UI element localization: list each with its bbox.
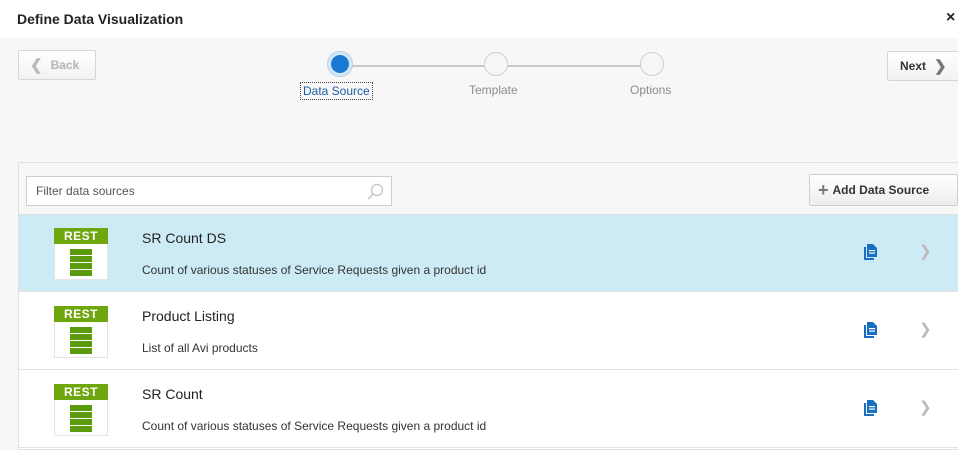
data-source-description: List of all Avi products (142, 341, 258, 355)
next-button[interactable]: Next ❯ (887, 51, 958, 81)
chevron-right-icon[interactable]: ❯ (919, 398, 932, 416)
chevron-right-icon: ❯ (934, 58, 947, 75)
stack-icon (70, 327, 92, 354)
data-source-toolbar: + Add Data Source (19, 163, 958, 215)
close-icon[interactable]: × (946, 10, 955, 26)
train-connector (352, 65, 492, 67)
data-source-panel: + Add Data Source REST SR Count DS Count… (18, 162, 958, 450)
train-stop-template[interactable] (484, 52, 508, 76)
filter-field (26, 176, 392, 206)
back-button[interactable]: ❮ Back (18, 50, 96, 80)
data-source-row[interactable]: REST SR Count Count of various statuses … (19, 371, 958, 448)
data-source-name: SR Count DS (142, 230, 227, 246)
next-button-label: Next (900, 59, 927, 73)
train-connector (506, 65, 646, 67)
stack-icon (70, 249, 92, 276)
train-stop-options[interactable] (640, 52, 664, 76)
chevron-right-icon[interactable]: ❯ (919, 320, 932, 338)
train-stop-label[interactable]: Template (469, 83, 518, 97)
document-icon[interactable] (864, 322, 877, 338)
add-data-source-label: Add Data Source (832, 183, 930, 197)
document-icon[interactable] (864, 244, 877, 260)
rest-datasource-icon: REST (54, 228, 108, 280)
rest-tag: REST (54, 228, 108, 244)
document-icon[interactable] (864, 400, 877, 416)
rest-tag: REST (54, 384, 108, 400)
rest-datasource-icon: REST (54, 384, 108, 436)
data-source-row[interactable]: REST SR Count DS Count of various status… (19, 215, 958, 292)
train-stop-data-source[interactable] (328, 52, 352, 76)
train-stop-label[interactable]: Data Source (300, 82, 373, 100)
chevron-right-icon[interactable]: ❯ (919, 242, 932, 260)
stack-icon (70, 405, 92, 432)
data-source-name: Product Listing (142, 308, 235, 324)
plus-icon: + (818, 180, 829, 200)
back-button-label: Back (50, 58, 80, 72)
data-source-description: Count of various statuses of Service Req… (142, 263, 487, 277)
search-icon[interactable] (365, 182, 385, 202)
chevron-left-icon: ❮ (30, 57, 43, 74)
dialog-title: Define Data Visualization (17, 11, 184, 27)
rest-tag: REST (54, 306, 108, 322)
data-source-row[interactable]: REST Product Listing List of all Avi pro… (19, 293, 958, 370)
add-data-source-button[interactable]: + Add Data Source (809, 174, 958, 206)
dialog-header: Define Data Visualization × (0, 0, 958, 38)
rest-datasource-icon: REST (54, 306, 108, 358)
filter-data-sources-input[interactable] (27, 177, 357, 205)
data-source-name: SR Count (142, 386, 203, 402)
train-stop-label[interactable]: Options (630, 83, 671, 97)
data-source-description: Count of various statuses of Service Req… (142, 419, 487, 433)
